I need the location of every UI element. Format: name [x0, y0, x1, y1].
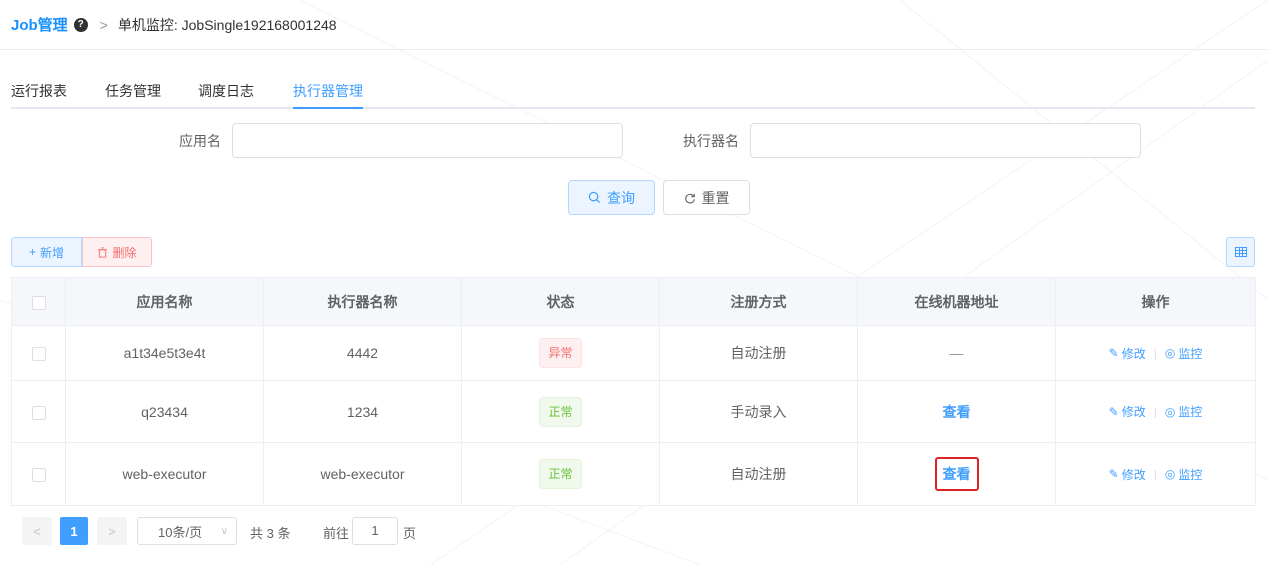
- select-all-cell: [11, 277, 66, 326]
- trash-icon: [98, 246, 108, 258]
- edit-link[interactable]: ✎ 修改: [1109, 403, 1146, 420]
- column-header: 在线机器地址: [857, 277, 1056, 326]
- column-header: 状态: [461, 277, 660, 326]
- pagination: < 1 > 10条/页 ∨ 共 3 条 前往 1 页: [11, 517, 611, 545]
- page-suffix-label: 页: [403, 526, 417, 541]
- chevron-down-icon: ∨: [220, 525, 228, 537]
- monitor-link-label: 监控: [1178, 346, 1203, 361]
- executor-name-input[interactable]: [750, 123, 1141, 158]
- row-checkbox[interactable]: [31, 405, 46, 420]
- column-header: 执行器名称: [263, 277, 462, 326]
- select-all-checkbox[interactable]: [31, 295, 46, 310]
- app-name-label: 应用名: [179, 133, 221, 149]
- camera-icon: ◎: [1164, 404, 1176, 419]
- active-tab-indicator: [293, 107, 363, 109]
- query-button-label: 查询: [607, 189, 635, 206]
- edit-link[interactable]: ✎ 修改: [1109, 466, 1146, 483]
- prev-page-button[interactable]: <: [22, 517, 52, 545]
- tab-run-report[interactable]: 运行报表: [11, 81, 67, 101]
- edit-link-label: 修改: [1121, 346, 1146, 361]
- column-header: 注册方式: [659, 277, 858, 326]
- edit-icon: ✎: [1108, 346, 1119, 361]
- tab-task-management[interactable]: 任务管理: [105, 81, 161, 101]
- app-name-cell: web-executor: [65, 442, 264, 506]
- refresh-icon: [684, 193, 695, 203]
- delete-button-label: 删除: [112, 245, 137, 260]
- tab-executor-management[interactable]: 执行器管理: [293, 81, 363, 101]
- action-divider: |: [1153, 404, 1157, 419]
- question-circle-icon[interactable]: ?: [73, 17, 88, 32]
- executor-name-cell: 1234: [263, 380, 462, 443]
- next-page-button[interactable]: >: [97, 517, 127, 545]
- add-button-label: 新增: [40, 245, 65, 260]
- edit-icon: ✎: [1108, 467, 1119, 482]
- goto-label: 前往: [323, 526, 350, 541]
- column-header: 操作: [1055, 277, 1256, 326]
- registration-cell: 手动录入: [659, 380, 858, 443]
- search-icon: [588, 191, 601, 204]
- edit-link-label: 修改: [1121, 405, 1146, 420]
- address-cell: —: [949, 345, 964, 361]
- total-count: 共 3 条: [250, 526, 291, 541]
- monitor-link-label: 监控: [1178, 467, 1203, 482]
- reset-button-label: 重置: [701, 189, 730, 206]
- monitor-link[interactable]: ◎ 监控: [1165, 345, 1203, 362]
- registration-cell: 自动注册: [659, 442, 858, 506]
- executor-name-cell: 4442: [263, 325, 462, 381]
- row-checkbox[interactable]: [31, 468, 46, 483]
- page-header: Job管理 ? > 单机监控: JobSingle192168001248: [0, 0, 1268, 50]
- column-settings-button[interactable]: [1226, 237, 1255, 267]
- app-name-cell: q23434: [65, 380, 264, 443]
- camera-icon: ◎: [1164, 467, 1176, 482]
- app-name-cell: a1t34e5t3e4t: [65, 325, 264, 381]
- monitor-link[interactable]: ◎ 监控: [1165, 466, 1203, 483]
- executor-table: 应用名称 执行器名称 状态 注册方式 在线机器地址 操作 a1t34e5t3e4…: [11, 277, 1256, 506]
- plus-icon: +: [28, 245, 36, 259]
- status-badge: 正常: [539, 396, 582, 427]
- breadcrumb-separator: >: [99, 16, 108, 33]
- tab-bar: 运行报表 任务管理 调度日志 执行器管理: [11, 73, 1255, 109]
- row-checkbox[interactable]: [31, 347, 46, 362]
- table-row: q23434 1234 正常 手动录入 查看 ✎ 修改 | ◎ 监控: [11, 380, 1256, 443]
- registration-cell: 自动注册: [659, 325, 858, 381]
- add-button[interactable]: + 新增: [11, 237, 82, 267]
- breadcrumb: 单机监控: JobSingle192168001248: [117, 16, 337, 33]
- camera-icon: ◎: [1164, 346, 1176, 361]
- monitor-link[interactable]: ◎ 监控: [1165, 403, 1203, 420]
- query-button[interactable]: 查询: [568, 180, 655, 215]
- view-address-link[interactable]: 查看: [937, 397, 977, 427]
- app-name-input[interactable]: [232, 123, 623, 158]
- edit-link[interactable]: ✎ 修改: [1109, 345, 1146, 362]
- executor-name-cell: web-executor: [263, 442, 462, 506]
- column-header: 应用名称: [65, 277, 264, 326]
- status-badge: 正常: [539, 459, 582, 489]
- table-row: web-executor web-executor 正常 自动注册 查看 ✎ 修改…: [11, 442, 1256, 506]
- goto-page-input[interactable]: 1: [352, 517, 398, 545]
- page-size-value: 10条/页: [158, 524, 203, 540]
- page-size-select[interactable]: 10条/页 ∨: [137, 517, 237, 545]
- grid-icon: [1234, 247, 1247, 257]
- executor-name-label: 执行器名: [683, 133, 739, 149]
- tab-schedule-log[interactable]: 调度日志: [198, 81, 254, 101]
- view-address-link[interactable]: 查看: [934, 457, 979, 491]
- page-number-current[interactable]: 1: [60, 517, 88, 545]
- action-divider: |: [1153, 346, 1157, 361]
- table-row: a1t34e5t3e4t 4442 异常 自动注册 — ✎ 修改 | ◎ 监控: [11, 325, 1256, 381]
- page-title[interactable]: Job管理: [11, 14, 68, 35]
- status-badge: 异常: [539, 338, 582, 368]
- edit-link-label: 修改: [1121, 467, 1146, 482]
- table-header-row: 应用名称 执行器名称 状态 注册方式 在线机器地址 操作: [11, 277, 1256, 326]
- action-divider: |: [1153, 467, 1157, 482]
- reset-button[interactable]: 重置: [663, 180, 750, 215]
- edit-icon: ✎: [1108, 404, 1119, 419]
- delete-button[interactable]: 删除: [82, 237, 152, 267]
- monitor-link-label: 监控: [1178, 405, 1203, 420]
